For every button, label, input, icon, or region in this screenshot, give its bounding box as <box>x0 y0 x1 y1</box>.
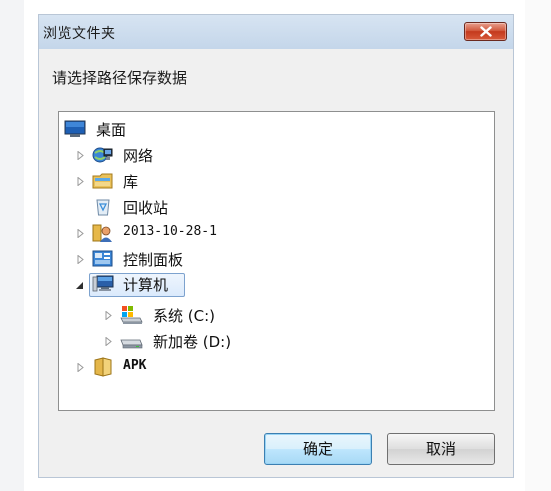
tree-item-label: 控制面板 <box>123 251 184 269</box>
cancel-button[interactable]: 取消 <box>387 433 495 465</box>
tree-item-label: 计算机 <box>123 276 169 294</box>
user-folder-icon <box>92 223 112 242</box>
background-left <box>0 0 24 491</box>
title-bar[interactable]: 浏览文件夹 <box>39 15 513 49</box>
background-right <box>525 0 551 491</box>
library-icon <box>92 172 113 190</box>
expand-arrow-icon[interactable] <box>76 151 85 160</box>
tree-item-label: APK <box>123 358 147 373</box>
tree-item-label: 库 <box>123 173 139 191</box>
tree-item-desktop[interactable]: 桌面 <box>59 117 359 141</box>
drive-icon <box>120 332 143 350</box>
control-panel-icon <box>92 250 113 268</box>
tree-item-user-folder[interactable]: 2013-10-28-1 <box>59 221 359 245</box>
expand-arrow-icon[interactable] <box>104 337 113 346</box>
recycle-bin-icon <box>93 198 113 216</box>
expand-arrow-icon[interactable] <box>104 311 113 320</box>
tree-item-label: 新加卷 (D:) <box>153 333 232 351</box>
expand-arrow-icon[interactable] <box>76 229 85 238</box>
expand-arrow-icon[interactable] <box>76 177 85 186</box>
close-icon <box>480 26 492 37</box>
tree-item-label: 桌面 <box>96 121 127 139</box>
tree-item-computer[interactable]: 计算机 <box>59 273 359 297</box>
tree-item-library[interactable]: 库 <box>59 169 359 193</box>
ok-button[interactable]: 确定 <box>264 433 372 465</box>
tree-item-drive-d[interactable]: 新加卷 (D:) <box>59 329 359 353</box>
tree-item-drive-c[interactable]: 系统 (C:) <box>59 303 359 327</box>
tree-item-label: 回收站 <box>123 199 169 217</box>
collapse-arrow-icon[interactable] <box>75 281 84 290</box>
network-icon <box>92 146 113 164</box>
tree-item-label: 网络 <box>123 147 154 165</box>
prompt-text: 请选择路径保存数据 <box>52 69 188 87</box>
expand-arrow-icon[interactable] <box>76 255 85 264</box>
tree-item-label: 系统 (C:) <box>153 307 215 325</box>
close-button[interactable] <box>464 22 507 41</box>
browse-folder-dialog: 浏览文件夹 请选择路径保存数据 桌面 网络 库 回收站 2013-10-28-1… <box>38 14 514 478</box>
expand-arrow-icon[interactable] <box>76 363 85 372</box>
folder-tree[interactable]: 桌面 网络 库 回收站 2013-10-28-1 控制面板 计算机 系统 (C:… <box>58 111 495 411</box>
system-drive-icon <box>120 305 143 324</box>
desktop-icon <box>64 120 86 138</box>
tree-item-label: 2013-10-28-1 <box>123 224 217 239</box>
computer-icon <box>92 275 114 293</box>
tree-item-recycle-bin[interactable]: 回收站 <box>59 195 359 219</box>
window-title: 浏览文件夹 <box>43 26 116 42</box>
tree-item-network[interactable]: 网络 <box>59 143 359 167</box>
folder-icon <box>92 357 112 377</box>
tree-item-control-panel[interactable]: 控制面板 <box>59 247 359 271</box>
tree-item-apk[interactable]: APK <box>59 355 359 379</box>
